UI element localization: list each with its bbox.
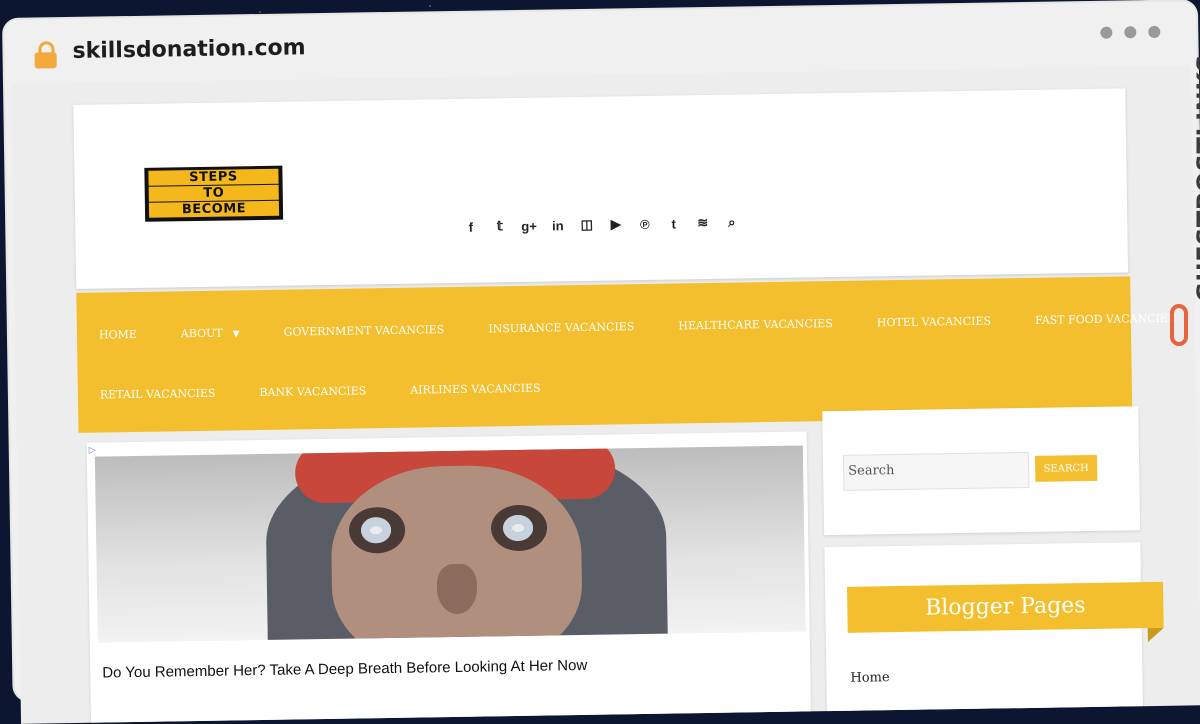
site-header: STEPS TO BECOME f 𝕥 g+ in ◫ ▶ ℗ t ≋ ⌕ [73, 88, 1129, 289]
site-logo[interactable]: STEPS TO BECOME [144, 165, 284, 222]
linkedin-icon[interactable]: in [550, 218, 565, 233]
instagram-icon[interactable]: ◫ [579, 217, 594, 233]
youtube-icon[interactable]: ▶ [608, 216, 623, 232]
url-text[interactable]: skillsdonation.com [72, 35, 305, 64]
chevron-down-icon: ▼ [232, 329, 240, 340]
nav-item-healthcare-vacancies[interactable]: HEALTHCARE VACANCIES [656, 317, 855, 333]
guestpostlinks-watermark: GUESTPOSTLINKS [1156, 52, 1200, 362]
nav-row: RETAIL VACANCIES BANK VACANCIES AIRLINES… [78, 372, 1132, 402]
search-icon[interactable]: ⌕ [724, 214, 739, 230]
nav-item-airlines-vacancies[interactable]: AIRLINES VACANCIES [388, 381, 563, 397]
watermark-text: GUESTPOSTLINKS [1192, 53, 1200, 302]
nav-row: HOME ABOUT ▼ GOVERNMENT VACANCIES INSURAN… [77, 312, 1176, 342]
window-dot-icon [1148, 25, 1161, 39]
page-viewport: STEPS TO BECOME f 𝕥 g+ in ◫ ▶ ℗ t ≋ ⌕ HO… [11, 65, 1200, 724]
social-links: f 𝕥 g+ in ◫ ▶ ℗ t ≋ ⌕ [463, 214, 739, 235]
nav-item-insurance-vacancies[interactable]: INSURANCE VACANCIES [466, 320, 656, 336]
pinterest-icon[interactable]: ℗ [637, 216, 652, 231]
search-button[interactable]: SEARCH [1034, 454, 1098, 482]
nav-item-bank-vacancies[interactable]: BANK VACANCIES [237, 384, 388, 399]
logo-line: BECOME [148, 200, 280, 218]
rss-icon[interactable]: ≋ [695, 215, 710, 231]
lock-icon [34, 41, 57, 69]
window-dot-icon [1100, 26, 1113, 39]
facebook-icon[interactable]: f [463, 219, 478, 234]
link-icon [1170, 304, 1188, 346]
logo-line: STEPS [148, 168, 279, 186]
window-dot-icon [1124, 26, 1137, 39]
ad-choices-icon[interactable]: ▷ [89, 445, 96, 456]
google-plus-icon[interactable]: g+ [521, 218, 537, 233]
logo-line: TO [148, 184, 279, 202]
search-widget: Search SEARCH [822, 406, 1141, 536]
pages-link-home[interactable]: Home [850, 670, 889, 686]
nav-item-government-vacancies[interactable]: GOVERNMENT VACANCIES [262, 323, 467, 339]
browser-window: skillsdonation.com STEPS TO BECOME f 𝕥 g… [4, 1, 1200, 724]
ad-headline[interactable]: Do You Remember Her? Take A Deep Breath … [102, 657, 587, 682]
nav-item-home[interactable]: HOME [77, 328, 159, 342]
search-input[interactable]: Search [842, 451, 1030, 491]
ad-card[interactable]: ▷ Do You Remember Her? Take A Deep Breat… [86, 431, 812, 724]
nav-item-about[interactable]: ABOUT ▼ [159, 326, 262, 341]
twitter-icon[interactable]: 𝕥 [492, 218, 507, 234]
blogger-pages-widget: Blogger Pages Home [824, 542, 1164, 724]
window-controls [1100, 25, 1161, 39]
nav-item-retail-vacancies[interactable]: RETAIL VACANCIES [78, 386, 238, 402]
nav-item-label: ABOUT [180, 326, 223, 341]
widget-title: Blogger Pages [847, 581, 1164, 633]
tumblr-icon[interactable]: t [666, 216, 681, 231]
ad-image[interactable] [94, 445, 806, 643]
nav-item-hotel-vacancies[interactable]: HOTEL VACANCIES [855, 314, 1013, 330]
